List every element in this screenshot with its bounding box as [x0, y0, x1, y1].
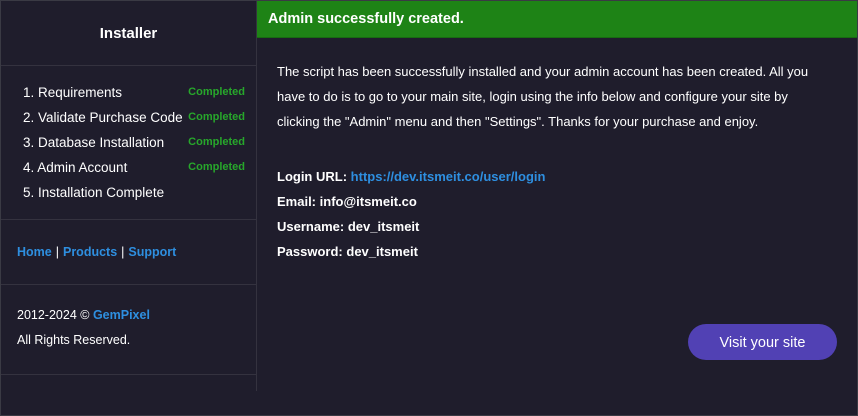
step-label: 1. Requirements	[23, 85, 123, 100]
intro-text: The script has been successfully install…	[277, 64, 809, 129]
visit-site-button[interactable]: Visit your site	[688, 324, 837, 360]
step-label: 3. Database Installation	[23, 135, 165, 150]
step-validate-purchase-code: 2. Validate Purchase Code Completed	[1, 105, 256, 130]
status-badge: Completed	[188, 136, 245, 148]
copyright: 2012-2024 © GemPixel All Rights Reserved…	[1, 285, 256, 375]
password-value: dev_itsmeit	[346, 244, 418, 259]
username-row: Username: dev_itsmeit	[277, 214, 545, 239]
home-link[interactable]: Home	[17, 245, 52, 259]
login-url-label: Login URL:	[277, 169, 348, 184]
step-admin-account: 4. Admin Account Completed	[1, 155, 256, 180]
username-value: dev_itsmeit	[347, 219, 420, 234]
email-value: info@itsmeit.co	[319, 194, 417, 209]
step-requirements: 1. Requirements Completed	[1, 80, 256, 105]
link-separator: |	[55, 245, 59, 259]
copyright-years: 2012-2024 ©	[17, 308, 90, 322]
login-url-row: Login URL: https://dev.itsmeit.co/user/l…	[277, 164, 545, 189]
credentials: Login URL: https://dev.itsmeit.co/user/l…	[277, 164, 545, 264]
step-list: 1. Requirements Completed 2. Validate Pu…	[1, 66, 256, 220]
username-label: Username:	[277, 219, 345, 234]
step-label: 5. Installation Complete	[23, 185, 165, 200]
step-installation-complete: 5. Installation Complete	[1, 180, 256, 205]
login-url-link[interactable]: https://dev.itsmeit.co/user/login	[351, 169, 546, 184]
sidebar: Installer 1. Requirements Completed 2. V…	[1, 1, 257, 391]
step-database-installation: 3. Database Installation Completed	[1, 130, 256, 155]
copyright-line: 2012-2024 © GemPixel	[17, 308, 150, 322]
password-label: Password:	[277, 244, 343, 259]
support-link[interactable]: Support	[128, 245, 176, 259]
email-row: Email: info@itsmeit.co	[277, 189, 545, 214]
password-row: Password: dev_itsmeit	[277, 239, 545, 264]
email-label: Email:	[277, 194, 317, 209]
rights-text: All Rights Reserved.	[17, 333, 131, 347]
step-label: 4. Admin Account	[23, 160, 128, 175]
installer-window: Installer 1. Requirements Completed 2. V…	[0, 0, 858, 416]
gempixel-link[interactable]: GemPixel	[93, 308, 150, 322]
status-badge: Completed	[188, 161, 245, 173]
link-separator: |	[121, 245, 125, 259]
status-badge: Completed	[188, 111, 245, 123]
status-badge: Completed	[188, 86, 245, 98]
step-label: 2. Validate Purchase Code	[23, 110, 183, 125]
main-content: Admin successfully created. The script h…	[257, 1, 857, 415]
sidebar-title: Installer	[1, 1, 256, 66]
success-banner: Admin successfully created.	[257, 1, 857, 38]
products-link[interactable]: Products	[63, 245, 117, 259]
footer-links: Home | Products | Support	[1, 220, 256, 285]
